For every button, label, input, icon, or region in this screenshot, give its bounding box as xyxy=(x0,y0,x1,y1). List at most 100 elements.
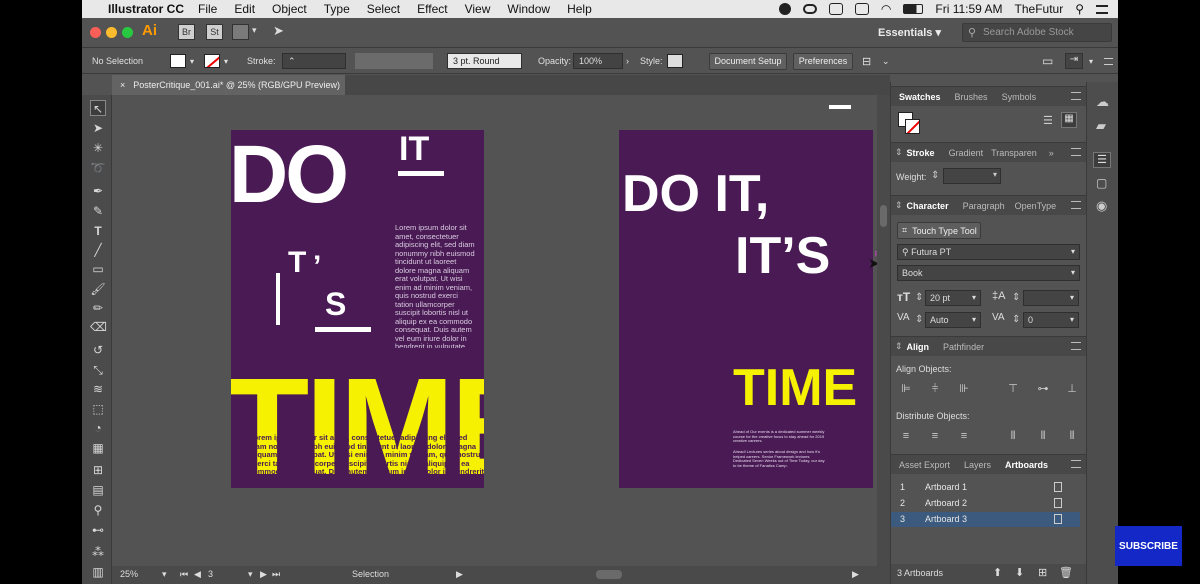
chevron-double-down-icon[interactable]: ⌄ xyxy=(882,48,890,74)
document-tab[interactable]: × PosterCritique_001.ai* @ 25% (RGB/GPU … xyxy=(112,75,345,95)
move-up-icon[interactable]: ⬆ xyxy=(993,566,1002,579)
arrange-icon[interactable]: ⇥ xyxy=(1065,53,1083,69)
creative-cloud-icon[interactable] xyxy=(802,4,817,14)
status-menu-icon[interactable]: ▶ xyxy=(456,569,463,580)
grid-view-icon[interactable]: ▦ xyxy=(1061,112,1077,128)
gpu-performance-icon[interactable]: ➤ xyxy=(273,23,284,39)
menu-select[interactable]: Select xyxy=(367,2,400,16)
pencil-tool-icon[interactable]: ✏ xyxy=(90,300,106,316)
zoom-window-button[interactable] xyxy=(122,27,133,38)
chevron-down-icon[interactable]: ▾ xyxy=(190,57,194,66)
artboard-options-icon[interactable] xyxy=(1054,498,1062,508)
stroke-weight-field[interactable]: ⌃ xyxy=(282,53,346,69)
tab-stroke[interactable]: Stroke xyxy=(907,148,935,158)
display-icon[interactable] xyxy=(828,3,843,15)
align-vertical-center-icon[interactable]: ⊶ xyxy=(1036,382,1050,396)
align-bottom-icon[interactable]: ⊥ xyxy=(1065,382,1079,396)
chevron-down-icon[interactable]: ▾ xyxy=(224,57,228,66)
stroke-swatch[interactable] xyxy=(204,54,220,68)
eyedropper-tool-icon[interactable]: ⚲ xyxy=(90,502,106,518)
preferences-button[interactable]: Preferences xyxy=(793,52,853,70)
menu-edit[interactable]: Edit xyxy=(234,2,255,16)
stepper-icon[interactable]: ⇕ xyxy=(1012,292,1020,303)
zoom-level[interactable]: 25% xyxy=(120,569,138,579)
delete-artboard-icon[interactable]: 🗑 xyxy=(1059,566,1073,579)
line-tool-icon[interactable]: ╱ xyxy=(90,242,106,258)
control-bar-menu-icon[interactable] xyxy=(1104,48,1113,74)
leading-input[interactable]: ▾ xyxy=(1023,290,1079,306)
scale-tool-icon[interactable]: ⤡ xyxy=(90,362,106,378)
distribute-horizontal-center-icon[interactable]: ⫴ xyxy=(1036,429,1050,443)
subscribe-button[interactable]: SUBSCRIBE xyxy=(1115,526,1182,566)
width-tool-icon[interactable]: ≋ xyxy=(90,381,106,397)
align-left-icon[interactable]: ⊫ xyxy=(899,382,913,396)
notification-center-icon[interactable] xyxy=(1096,4,1108,14)
panel-menu-icon[interactable] xyxy=(1071,201,1081,209)
align-right-icon[interactable]: ⊪ xyxy=(957,382,971,396)
list-view-icon[interactable]: ☰ xyxy=(1043,114,1053,127)
selected-object-indicator[interactable] xyxy=(829,105,851,109)
minimize-window-button[interactable] xyxy=(106,27,117,38)
transform-icon[interactable]: ▭ xyxy=(1042,48,1053,74)
user-name[interactable]: TheFutur xyxy=(1015,2,1064,16)
chevron-down-icon[interactable]: ▾ xyxy=(252,25,257,36)
panel-menu-icon[interactable] xyxy=(1071,92,1081,100)
kerning-input[interactable]: Auto ▾ xyxy=(925,312,981,328)
bridge-icon[interactable]: Br xyxy=(178,24,195,40)
app-menu-name[interactable]: Illustrator CC xyxy=(108,2,184,16)
properties-icon[interactable]: ☰ xyxy=(1093,152,1111,168)
variable-width-profile[interactable] xyxy=(355,53,433,69)
more-tabs-icon[interactable]: » xyxy=(1049,148,1054,158)
opacity-label[interactable]: Opacity: xyxy=(538,48,571,74)
font-family-select[interactable]: ⚲ Futura PT ▾ xyxy=(897,244,1080,260)
tab-align[interactable]: Align xyxy=(907,342,930,352)
eraser-tool-icon[interactable]: ⌫ xyxy=(90,319,107,335)
chevron-down-icon[interactable]: ▾ xyxy=(248,569,253,580)
chevron-right-icon[interactable]: › xyxy=(626,48,629,74)
artboard-name[interactable]: Artboard 2 xyxy=(925,498,967,508)
stroke-proxy[interactable] xyxy=(905,119,920,134)
font-style-select[interactable]: Book ▾ xyxy=(897,265,1080,281)
last-artboard-icon[interactable]: ⏭ xyxy=(272,569,280,580)
artboard-row-2[interactable]: 2 Artboard 2 xyxy=(891,496,1080,511)
menu-type[interactable]: Type xyxy=(324,2,350,16)
vertical-scrollbar[interactable] xyxy=(877,95,890,566)
artboard-number[interactable]: 3 xyxy=(208,569,213,579)
brush-definition[interactable]: 3 pt. Round xyxy=(447,53,522,69)
canvas[interactable]: DO IT T ’ S Lorem ipsum dolor sit amet, … xyxy=(113,95,877,566)
color-guide-icon[interactable]: ☁ xyxy=(1096,94,1109,110)
distribute-vertical-center-icon[interactable]: ≡ xyxy=(928,429,942,443)
libraries-icon[interactable]: ▰ xyxy=(1096,118,1106,134)
artboard-name[interactable]: Artboard 1 xyxy=(925,482,967,492)
align-top-icon[interactable]: ⊤ xyxy=(1006,382,1020,396)
artboard-row-3-selected[interactable]: 3 Artboard 3 xyxy=(891,512,1080,527)
tab-opentype[interactable]: OpenType xyxy=(1015,201,1057,211)
stock-icon[interactable]: St xyxy=(206,24,223,40)
artboard-name[interactable]: Artboard 3 xyxy=(925,514,967,524)
pen-tool-icon[interactable]: ✒ xyxy=(90,183,106,199)
symbol-sprayer-tool-icon[interactable]: ⁂ xyxy=(90,544,106,560)
stepper-icon[interactable]: ⇕ xyxy=(931,170,939,181)
chevron-icon[interactable]: ⇕ xyxy=(895,200,903,211)
curvature-tool-icon[interactable]: ✎ xyxy=(90,203,106,219)
paintbrush-tool-icon[interactable]: 🖌 xyxy=(90,281,106,297)
tab-layers[interactable]: Layers xyxy=(964,460,991,470)
new-artboard-icon[interactable]: ⊞ xyxy=(1038,566,1047,579)
stepper-icon[interactable]: ⇕ xyxy=(1012,314,1020,325)
blend-tool-icon[interactable]: ⊷ xyxy=(90,522,106,538)
tab-character[interactable]: Character xyxy=(907,201,949,211)
airplay-icon[interactable] xyxy=(854,3,869,15)
close-window-button[interactable] xyxy=(90,27,101,38)
arrange-documents-icon[interactable] xyxy=(232,24,249,40)
distribute-right-icon[interactable]: ⫴ xyxy=(1065,429,1079,443)
artboard-row-1[interactable]: 1 Artboard 1 xyxy=(891,480,1080,495)
record-icon[interactable] xyxy=(778,3,791,15)
tab-gradient[interactable]: Gradient xyxy=(949,148,984,158)
magic-wand-tool-icon[interactable]: ✳ xyxy=(90,140,106,156)
selection-tool-icon[interactable]: ↖ xyxy=(90,100,106,116)
workspace-switcher[interactable]: Essentials ▾ xyxy=(878,26,941,39)
touch-type-tool-button[interactable]: ⌗ Touch Type Tool xyxy=(897,222,981,239)
wifi-icon[interactable]: ◠ xyxy=(881,2,891,16)
chevron-down-icon[interactable]: ▾ xyxy=(993,170,997,179)
distribute-left-icon[interactable]: ⫴ xyxy=(1006,429,1020,443)
